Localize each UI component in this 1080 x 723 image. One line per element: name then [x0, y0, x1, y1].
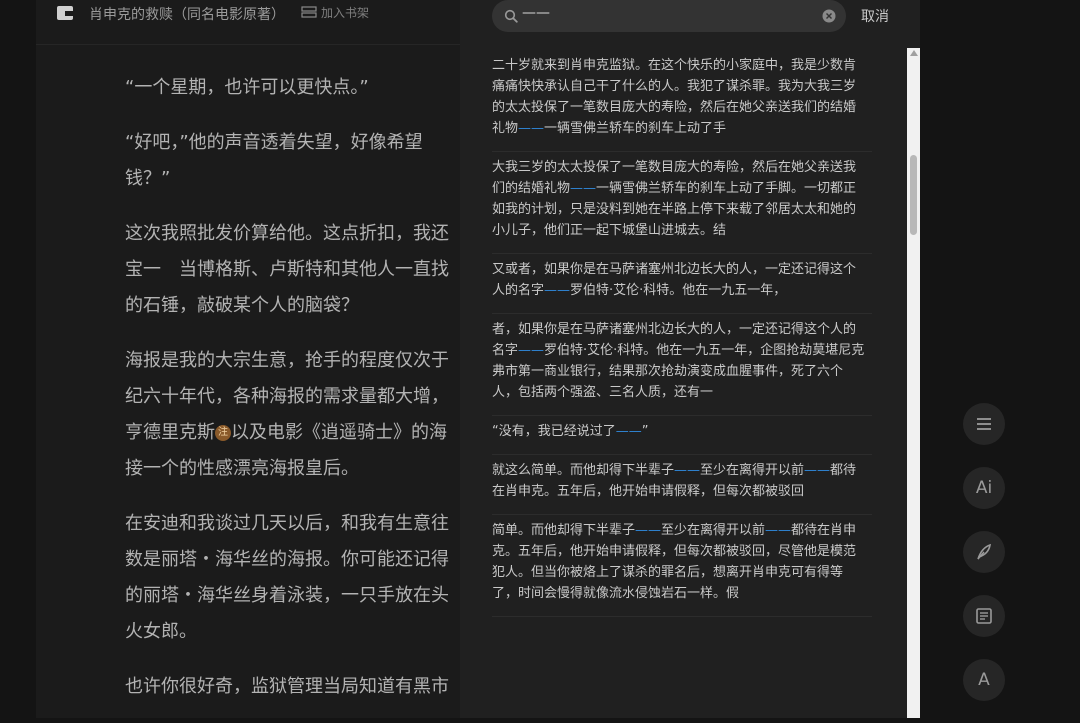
result-text: 都待 [830, 463, 857, 478]
search-results: 二十岁就来到肖申克监狱。在这个快乐的小家庭中，我是少数肯 痛痛快快承认自己干了什么… [492, 50, 872, 617]
result-text: 在肖申克。五年后，他开始申请假释，但每次都被驳回 [492, 484, 805, 499]
footnote-badge[interactable]: 注 [215, 425, 231, 441]
scrollbar-thumb[interactable] [910, 155, 917, 235]
add-to-shelf-label: 加入书架 [321, 6, 370, 20]
search-result-item[interactable]: 又或者，如果你是在马萨诸塞州北边长大的人，一定还记得这个 人的名字——罗伯特·艾伦… [492, 254, 872, 314]
highlighted-match: —— [615, 424, 642, 439]
result-text: 们的结婚礼物 [492, 181, 571, 196]
list-icon [977, 418, 991, 430]
document-icon [976, 608, 992, 624]
search-result-item[interactable]: 者，如果你是在马萨诸塞州北边长大的人，一定还记得这个人的 名字——罗伯特·艾伦·科… [492, 314, 872, 416]
highlighted-match: —— [570, 181, 597, 196]
scroll-up-arrow[interactable] [910, 50, 918, 56]
add-to-shelf-button[interactable]: 加入书架 [301, 4, 369, 21]
result-text: 一辆雪佛兰轿车的刹车上动了手脚。一切都正 [596, 181, 857, 196]
highlighted-match: —— [635, 523, 662, 538]
result-line: “没有，我已经说过了——” [492, 421, 872, 442]
search-result-item[interactable]: “没有，我已经说过了——” [492, 416, 872, 455]
result-text: 了，时间会慢得就像流水侵蚀岩石一样。假 [492, 586, 740, 601]
result-line: 又或者，如果你是在马萨诸塞州北边长大的人，一定还记得这个 [492, 259, 872, 280]
clear-icon[interactable] [822, 9, 836, 23]
result-text: 都待在肖申 [791, 523, 857, 538]
result-line: 简单。而他却得下半辈子——至少在离得开以前——都待在肖申 [492, 520, 872, 541]
result-line: 克。五年后，他开始申请假释，但每次都被驳回，尽管他是模范 [492, 541, 872, 562]
result-text: 罗伯特·艾伦·科特。他在一九五一年，企图抢劫莫堪尼克 [544, 343, 865, 358]
result-text: 礼物 [492, 121, 519, 136]
result-line: 小儿子，他们正一起下城堡山进城去。结 [492, 220, 872, 241]
font-settings-button[interactable]: A [963, 659, 1005, 701]
feather-pen-icon [977, 543, 992, 560]
highlighted-match: —— [544, 283, 571, 298]
scrollbar[interactable] [907, 48, 920, 718]
search-result-item[interactable]: 就这么简单。而他却得下半辈子——至少在离得开以前——都待 在肖申克。五年后，他开始… [492, 455, 872, 515]
result-text: 的太太投保了一笔数目庞大的寿险，然后在她父亲送我们的结婚 [492, 100, 857, 115]
result-line: 名字——罗伯特·艾伦·科特。他在一九五一年，企图抢劫莫堪尼克 [492, 340, 872, 361]
result-line: 人，包括两个强盗、三名人质，还有一 [492, 382, 872, 403]
result-text: ” [641, 424, 649, 439]
result-text: 克。五年后，他开始申请假释，但每次都被驳回，尽管他是模范 [492, 544, 857, 559]
result-text: 就这么简单。而他却得下半辈子 [492, 463, 675, 478]
book-title[interactable]: 肖申克的救赎（同名电影原著） [89, 4, 285, 24]
result-line: 如我的计划，只是没料到她在半路上停下来载了邻居太太和她的 [492, 199, 872, 220]
result-text: 名字 [492, 343, 519, 358]
result-text: 二十岁就来到肖申克监狱。在这个快乐的小家庭中，我是少数肯 [492, 58, 857, 73]
result-line: 们的结婚礼物——一辆雪佛兰轿车的刹车上动了手脚。一切都正 [492, 178, 872, 199]
result-line: 痛痛快快承认自己干了什么的人。我犯了谋杀罪。我为大我三岁 [492, 76, 872, 97]
result-text: 如我的计划，只是没料到她在半路上停下来载了邻居太太和她的 [492, 202, 857, 217]
ai-icon: Ai [975, 478, 993, 498]
result-text: 者，如果你是在马萨诸塞州北边长大的人，一定还记得这个人的 [492, 322, 857, 337]
catalog-button[interactable] [963, 403, 1005, 445]
result-text: 一辆雪佛兰轿车的刹车上动了手 [544, 121, 727, 136]
highlighted-match: —— [674, 463, 701, 478]
result-line: 的太太投保了一笔数目庞大的寿险，然后在她父亲送我们的结婚 [492, 97, 872, 118]
result-text: 至少在离得开以前 [661, 523, 766, 538]
right-toolbar: Ai A [963, 403, 1005, 723]
result-text: 弗市第一商业银行，结果那次抢劫演变成血腥事件，死了六个 [492, 364, 844, 379]
result-text: 简单。而他却得下半辈子 [492, 523, 636, 538]
result-text: 小儿子，他们正一起下城堡山进城去。结 [492, 223, 727, 238]
result-line: 犯人。但当你被烙上了谋杀的罪名后，想离开肖申克可有得等 [492, 562, 872, 583]
search-query: —— [522, 5, 550, 21]
highlighted-match: —— [765, 523, 792, 538]
bookshelf-icon [301, 5, 317, 18]
font-icon: A [978, 670, 990, 690]
result-line: 礼物——一辆雪佛兰轿车的刹车上动了手 [492, 118, 872, 139]
result-text: 人，包括两个强盗、三名人质，还有一 [492, 385, 714, 400]
highlighted-match: —— [518, 343, 545, 358]
search-result-item[interactable]: 二十岁就来到肖申克监狱。在这个快乐的小家庭中，我是少数肯 痛痛快快承认自己干了什么… [492, 50, 872, 152]
result-text: 犯人。但当你被烙上了谋杀的罪名后，想离开肖申克可有得等 [492, 565, 844, 580]
result-text: 罗伯特·艾伦·科特。他在一九五一年， [570, 283, 787, 298]
search-input[interactable]: —— [492, 0, 846, 32]
cancel-button[interactable]: 取消 [861, 6, 889, 26]
result-line: 大我三岁的太太投保了一笔数目庞大的寿险，然后在她父亲送我 [492, 157, 872, 178]
result-text: 大我三岁的太太投保了一笔数目庞大的寿险，然后在她父亲送我 [492, 160, 857, 175]
ai-button[interactable]: Ai [963, 467, 1005, 509]
result-text: “没有，我已经说过了 [492, 424, 616, 439]
result-text: 人的名字 [492, 283, 545, 298]
result-line: 弗市第一商业银行，结果那次抢劫演变成血腥事件，死了六个 [492, 361, 872, 382]
highlighted-match: —— [518, 121, 545, 136]
result-line: 者，如果你是在马萨诸塞州北边长大的人，一定还记得这个人的 [492, 319, 872, 340]
search-result-item[interactable]: 大我三岁的太太投保了一笔数目庞大的寿险，然后在她父亲送我 们的结婚礼物——一辆雪佛… [492, 152, 872, 254]
reader-line-tail: 以及电影《逍遥骑士》的海 [231, 422, 447, 443]
result-line: 在肖申克。五年后，他开始申请假释，但每次都被驳回 [492, 481, 872, 502]
result-line: 了，时间会慢得就像流水侵蚀岩石一样。假 [492, 583, 872, 604]
note-button[interactable] [963, 531, 1005, 573]
result-text: 又或者，如果你是在马萨诸塞州北边长大的人，一定还记得这个 [492, 262, 857, 277]
result-text: 痛痛快快承认自己干了什么的人。我犯了谋杀罪。我为大我三岁 [492, 79, 857, 94]
reader-line: 亨德里克斯 [125, 422, 215, 443]
result-text: 至少在离得开以前 [700, 463, 805, 478]
result-line: 人的名字——罗伯特·艾伦·科特。他在一九五一年， [492, 280, 872, 301]
result-line: 就这么简单。而他却得下半辈子——至少在离得开以前——都待 [492, 460, 872, 481]
search-result-item[interactable]: 简单。而他却得下半辈子——至少在离得开以前——都待在肖申 克。五年后，他开始申请假… [492, 515, 872, 617]
search-icon [504, 9, 518, 23]
search-panel: —— 取消 二十岁就来到肖申克监狱。在这个快乐的小家庭中，我是少数肯 痛痛快快承认… [460, 0, 920, 718]
highlighted-match: —— [804, 463, 831, 478]
result-line: 二十岁就来到肖申克监狱。在这个快乐的小家庭中，我是少数肯 [492, 55, 872, 76]
book-icon [57, 6, 73, 20]
notes-list-button[interactable] [963, 595, 1005, 637]
